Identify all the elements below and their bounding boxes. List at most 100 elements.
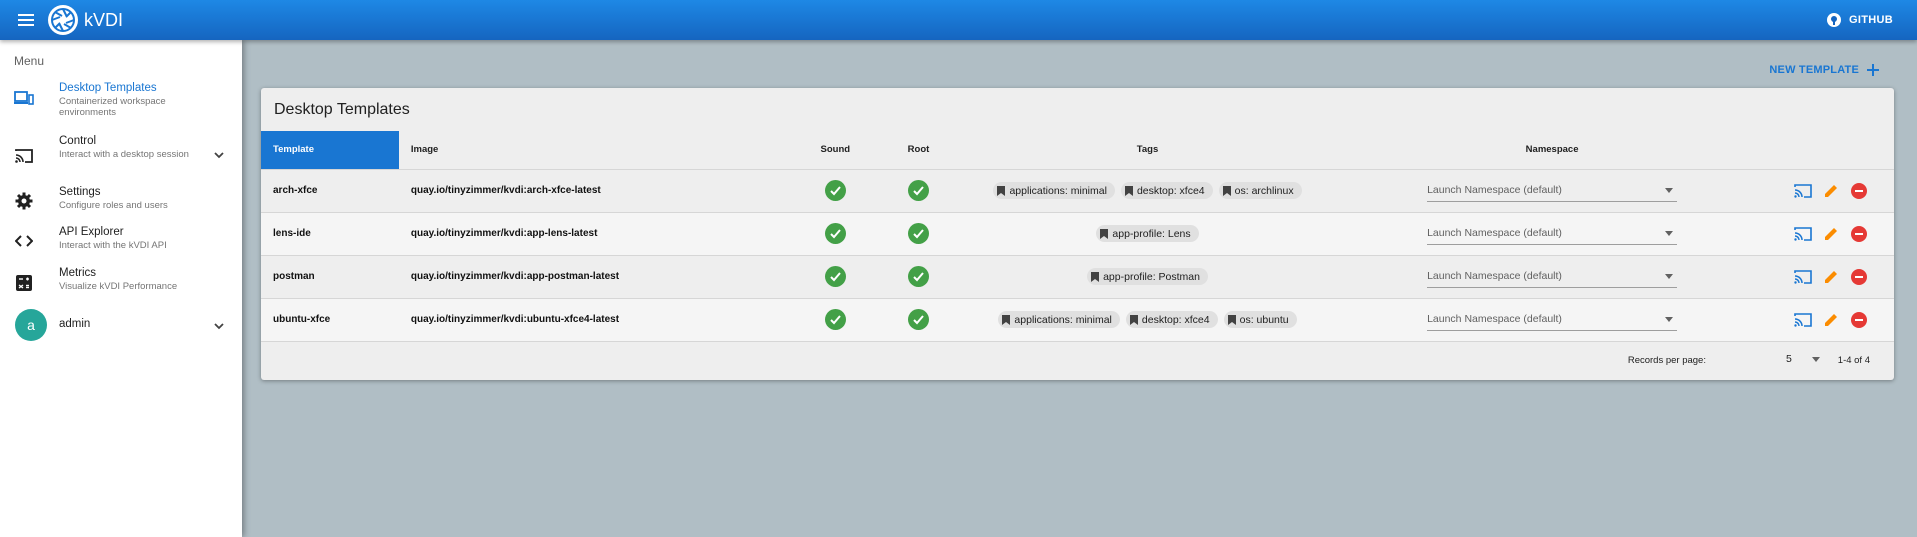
- launch-button[interactable]: [1793, 310, 1813, 330]
- tags-cell: app-profile: Postman: [959, 255, 1336, 299]
- bookmark-icon: [1091, 271, 1100, 282]
- tag-label: app-profile: Postman: [1103, 270, 1200, 283]
- tags-cell: applications: minimal desktop: xfce4 os: a…: [959, 169, 1336, 213]
- sidebar-item-desktop-templates[interactable]: Desktop Templates Containerized workspac…: [0, 82, 242, 122]
- sidebar: Menu Desktop Templates Containerized wor…: [0, 40, 242, 537]
- delete-button[interactable]: [1849, 224, 1869, 244]
- namespace-value: Launch Namespace (default): [1427, 269, 1562, 282]
- table-row[interactable]: arch-xfce quay.io/tinyzimmer/kvdi:arch-xf…: [261, 169, 1894, 213]
- new-template-button[interactable]: NEW TEMPLATE: [1769, 64, 1879, 76]
- column-header-actions: [1768, 131, 1894, 170]
- bookmark-icon: [1002, 314, 1011, 325]
- remove-circle-icon: [1851, 268, 1868, 285]
- check-circle-icon: [907, 266, 929, 287]
- remove-circle-icon: [1851, 182, 1868, 199]
- column-header-image[interactable]: Image: [398, 131, 794, 170]
- column-header-tags[interactable]: Tags: [959, 131, 1336, 170]
- sidebar-item-label: Settings: [59, 186, 101, 198]
- tag-chip: os: archlinux: [1218, 182, 1302, 199]
- tag-chip: app-profile: Lens: [1096, 225, 1199, 242]
- sidebar-item-subtitle: Configure roles and users: [59, 200, 168, 211]
- sidebar-item-api-explorer[interactable]: API Explorer Interact with the kVDI API: [0, 226, 242, 260]
- templates-table: Template Image Sound Root Tags Namespace…: [261, 131, 1894, 342]
- namespace-cell: Launch Namespace (default): [1335, 212, 1769, 256]
- column-header-template[interactable]: Template: [261, 131, 399, 170]
- check-circle-icon: [824, 180, 846, 201]
- namespace-cell: Launch Namespace (default): [1335, 255, 1769, 299]
- sidebar-item-metrics[interactable]: Metrics Visualize kVDI Performance: [0, 267, 242, 301]
- namespace-select[interactable]: Launch Namespace (default): [1427, 180, 1678, 202]
- records-per-page-select[interactable]: 5: [1786, 351, 1822, 369]
- namespace-value: Launch Namespace (default): [1427, 183, 1562, 196]
- table-row[interactable]: ubuntu-xfce quay.io/tinyzimmer/kvdi:ubunt…: [261, 298, 1894, 342]
- dropdown-arrow-icon: [1665, 187, 1674, 193]
- edit-button[interactable]: [1821, 181, 1841, 201]
- delete-button[interactable]: [1849, 310, 1869, 330]
- namespace-select[interactable]: Launch Namespace (default): [1427, 309, 1678, 331]
- sidebar-item-label: Desktop Templates: [59, 82, 157, 94]
- delete-button[interactable]: [1849, 267, 1869, 287]
- delete-button[interactable]: [1849, 181, 1869, 201]
- table-header-row: Template Image Sound Root Tags Namespace: [261, 131, 1894, 170]
- namespace-select[interactable]: Launch Namespace (default): [1427, 266, 1678, 288]
- sidebar-item-subtitle: Visualize kVDI Performance: [59, 281, 178, 292]
- sound-cell: [793, 212, 878, 256]
- launch-button[interactable]: [1793, 267, 1813, 287]
- chevron-down-icon[interactable]: [212, 319, 226, 333]
- plus-icon: [1867, 64, 1879, 76]
- tag-chip: applications: minimal: [998, 311, 1120, 328]
- actions-cell: [1768, 255, 1894, 299]
- column-header-namespace[interactable]: Namespace: [1335, 131, 1769, 170]
- sidebar-item-control[interactable]: Control Interact with a desktop session: [0, 135, 242, 175]
- github-label: GITHUB: [1849, 14, 1893, 26]
- template-image: quay.io/tinyzimmer/kvdi:app-lens-latest: [398, 212, 794, 256]
- edit-button[interactable]: [1821, 310, 1841, 330]
- tag-label: os: ubuntu: [1239, 313, 1289, 326]
- namespace-select[interactable]: Launch Namespace (default): [1427, 223, 1678, 245]
- tag-label: app-profile: Lens: [1112, 227, 1191, 240]
- column-header-root[interactable]: Root: [877, 131, 960, 170]
- template-name: postman: [261, 255, 399, 299]
- chevron-down-icon[interactable]: [212, 148, 226, 162]
- tag-label: applications: minimal: [1014, 313, 1112, 326]
- user-name: admin: [59, 318, 91, 330]
- github-link[interactable]: GITHUB: [1827, 0, 1893, 40]
- cast-icon: [14, 146, 34, 166]
- root-cell: [877, 298, 960, 342]
- edit-button[interactable]: [1821, 267, 1841, 287]
- user-menu[interactable]: a admin: [0, 308, 242, 342]
- namespace-cell: Launch Namespace (default): [1335, 298, 1769, 342]
- column-header-sound[interactable]: Sound: [793, 131, 878, 170]
- bookmark-icon: [997, 185, 1006, 196]
- template-name: ubuntu-xfce: [261, 298, 399, 342]
- launch-button[interactable]: [1793, 181, 1813, 201]
- sound-cell: [793, 298, 878, 342]
- hamburger-menu-button[interactable]: [6, 0, 46, 40]
- github-icon: [1827, 13, 1842, 27]
- sidebar-item-settings[interactable]: Settings Configure roles and users: [0, 186, 242, 220]
- templates-card: Desktop Templates Template Image Sound R…: [261, 88, 1894, 380]
- table-row[interactable]: postman quay.io/tinyzimmer/kvdi:app-postm…: [261, 255, 1894, 299]
- edit-button[interactable]: [1821, 224, 1841, 244]
- cast-icon: [1794, 183, 1813, 198]
- check-circle-icon: [907, 180, 929, 201]
- sidebar-item-subtitle: Interact with a desktop session: [59, 149, 189, 160]
- pencil-icon: [1825, 227, 1838, 240]
- actions-cell: [1768, 298, 1894, 342]
- table-row[interactable]: lens-ide quay.io/tinyzimmer/kvdi:app-lens…: [261, 212, 1894, 256]
- sidebar-item-subtitle: Containerized workspace environments: [59, 96, 166, 118]
- check-circle-icon: [824, 223, 846, 244]
- dropdown-arrow-icon: [1665, 230, 1674, 236]
- sidebar-item-label: Control: [59, 135, 97, 147]
- check-circle-icon: [824, 266, 846, 287]
- tag-label: os: archlinux: [1234, 184, 1294, 197]
- desktop-icon: [14, 88, 34, 108]
- card-title: Desktop Templates: [274, 101, 410, 118]
- pencil-icon: [1825, 313, 1838, 326]
- new-template-label: NEW TEMPLATE: [1769, 64, 1859, 76]
- remove-circle-icon: [1851, 311, 1868, 328]
- launch-button[interactable]: [1793, 224, 1813, 244]
- bookmark-icon: [1129, 314, 1138, 325]
- dropdown-arrow-icon: [1812, 357, 1820, 362]
- sidebar-item-label: Metrics: [59, 267, 97, 279]
